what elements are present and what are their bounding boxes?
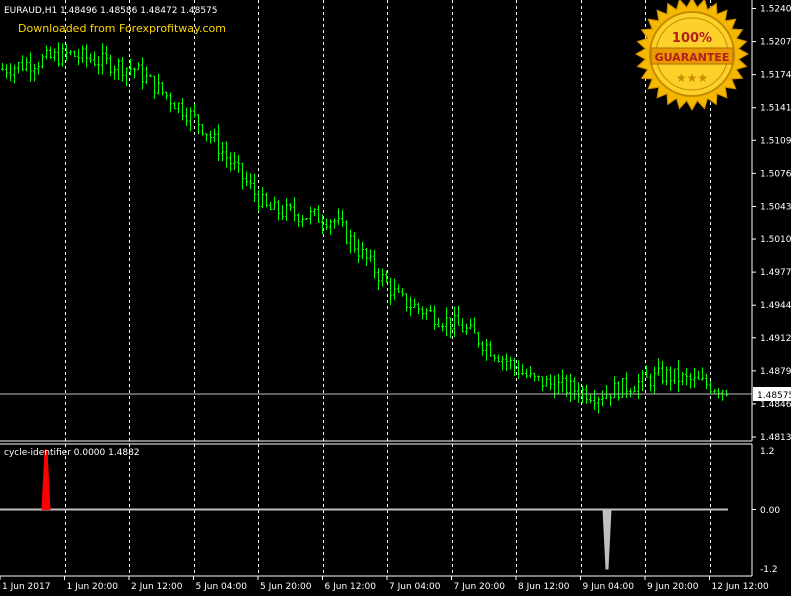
- price-label: 1.52075: [760, 38, 791, 48]
- price-label: 1.52405: [760, 5, 791, 15]
- badge-percent: 100%: [672, 31, 712, 46]
- price-label: 1.51090: [760, 136, 791, 146]
- price-label: 1.51745: [760, 71, 791, 81]
- time-label: 9 Jun 04:00: [583, 582, 635, 592]
- time-label: 5 Jun 04:00: [196, 582, 248, 592]
- main-chart-title: EURAUD,H1 1.48496 1.48586 1.48472 1.4857…: [4, 6, 218, 16]
- price-label: 1.49775: [760, 268, 791, 278]
- watermark-text: Downloaded from Forexprofitway.com: [18, 22, 226, 35]
- price-label: 1.49445: [760, 301, 791, 311]
- price-label: 1.48790: [760, 367, 791, 377]
- badge-stars: ★★★: [676, 71, 708, 85]
- price-label: 1.50430: [760, 202, 791, 212]
- time-label: 8 Jun 12:00: [518, 582, 570, 592]
- time-label: 12 Jun 12:00: [712, 582, 769, 592]
- price-label: 1.50105: [760, 235, 791, 245]
- time-label: 1 Jun 20:00: [67, 582, 119, 592]
- indicator-title: cycle-identifier 0.0000 1.4882: [4, 448, 140, 458]
- time-label: 7 Jun 20:00: [454, 582, 506, 592]
- time-label: 7 Jun 04:00: [389, 582, 441, 592]
- price-label: 1.51415: [760, 104, 791, 114]
- time-label: 2 Jun 12:00: [131, 582, 183, 592]
- indicator-label-bottom: -1.2: [760, 565, 778, 575]
- time-label: 9 Jun 20:00: [647, 582, 699, 592]
- chart-window: 1.52405 1.52075 1.51745 1.51415 1.51090 1.507…: [0, 0, 791, 592]
- badge-guarantee: GUARANTEE: [655, 51, 730, 64]
- indicator-label-top: 1.2: [760, 447, 774, 457]
- time-label: 6 Jun 12:00: [325, 582, 377, 592]
- time-label: 5 Jun 20:00: [260, 582, 312, 592]
- price-label: 1.49120: [760, 334, 791, 344]
- price-label: 1.48460: [760, 400, 791, 410]
- price-label: 1.48130: [760, 433, 791, 443]
- current-price-label: 1.48575: [757, 391, 791, 401]
- indicator-label-zero: 0.00: [760, 506, 780, 516]
- time-label: 1 Jun 2017: [2, 582, 50, 592]
- price-label: 1.50760: [760, 169, 791, 179]
